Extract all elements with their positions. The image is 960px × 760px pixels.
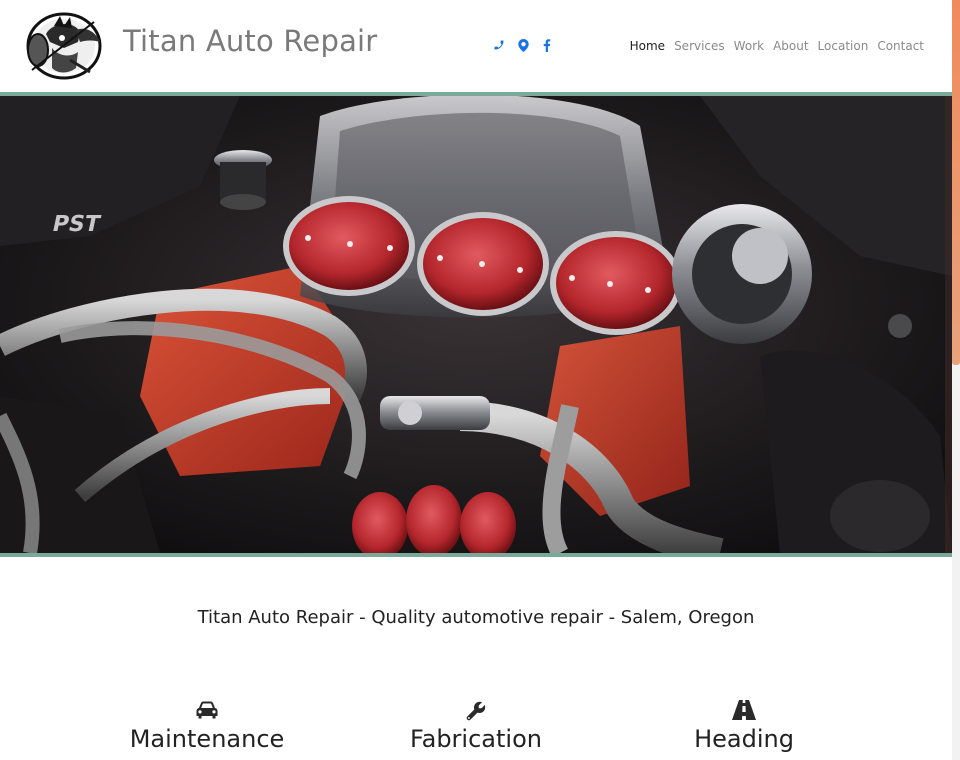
feature-title-maintenance: Maintenance xyxy=(129,725,285,753)
map-marker-icon[interactable] xyxy=(516,38,530,52)
nav-home[interactable]: Home xyxy=(630,39,665,53)
nav-services[interactable]: Services xyxy=(674,39,725,53)
feature-heading[interactable]: Heading xyxy=(634,700,854,754)
tagline: Titan Auto Repair - Quality automotive r… xyxy=(197,607,755,628)
nav-work[interactable]: Work xyxy=(734,39,764,53)
site-header: Titan Auto Repair Home Services Work Abo… xyxy=(0,0,952,92)
nav-about[interactable]: About xyxy=(773,39,808,53)
feature-title-heading: Heading xyxy=(694,725,794,753)
feature-maintenance[interactable]: Maintenance xyxy=(97,700,317,754)
nav-location[interactable]: Location xyxy=(818,39,869,53)
phone-icon[interactable] xyxy=(492,38,506,52)
facebook-icon[interactable] xyxy=(540,38,554,52)
nav-contact[interactable]: Contact xyxy=(877,39,924,53)
main-nav: Home Services Work About Location Contac… xyxy=(630,39,924,53)
hero-engine-image: PST xyxy=(0,92,952,557)
page-scrollbar[interactable] xyxy=(952,0,960,760)
feature-fabrication[interactable]: Fabrication xyxy=(366,700,586,754)
road-icon xyxy=(634,700,854,724)
wrench-icon xyxy=(366,700,586,724)
feature-title-fabrication: Fabrication xyxy=(410,725,542,753)
hero-pst-text: PST xyxy=(50,211,103,237)
social-links xyxy=(492,38,554,52)
site-title[interactable]: Titan Auto Repair xyxy=(123,24,377,58)
car-icon xyxy=(97,700,317,724)
features-section: Maintenance Fabrication Heading xyxy=(0,700,952,760)
spartan-logo-icon[interactable] xyxy=(24,12,102,80)
scrollbar-thumb[interactable] xyxy=(952,0,960,365)
